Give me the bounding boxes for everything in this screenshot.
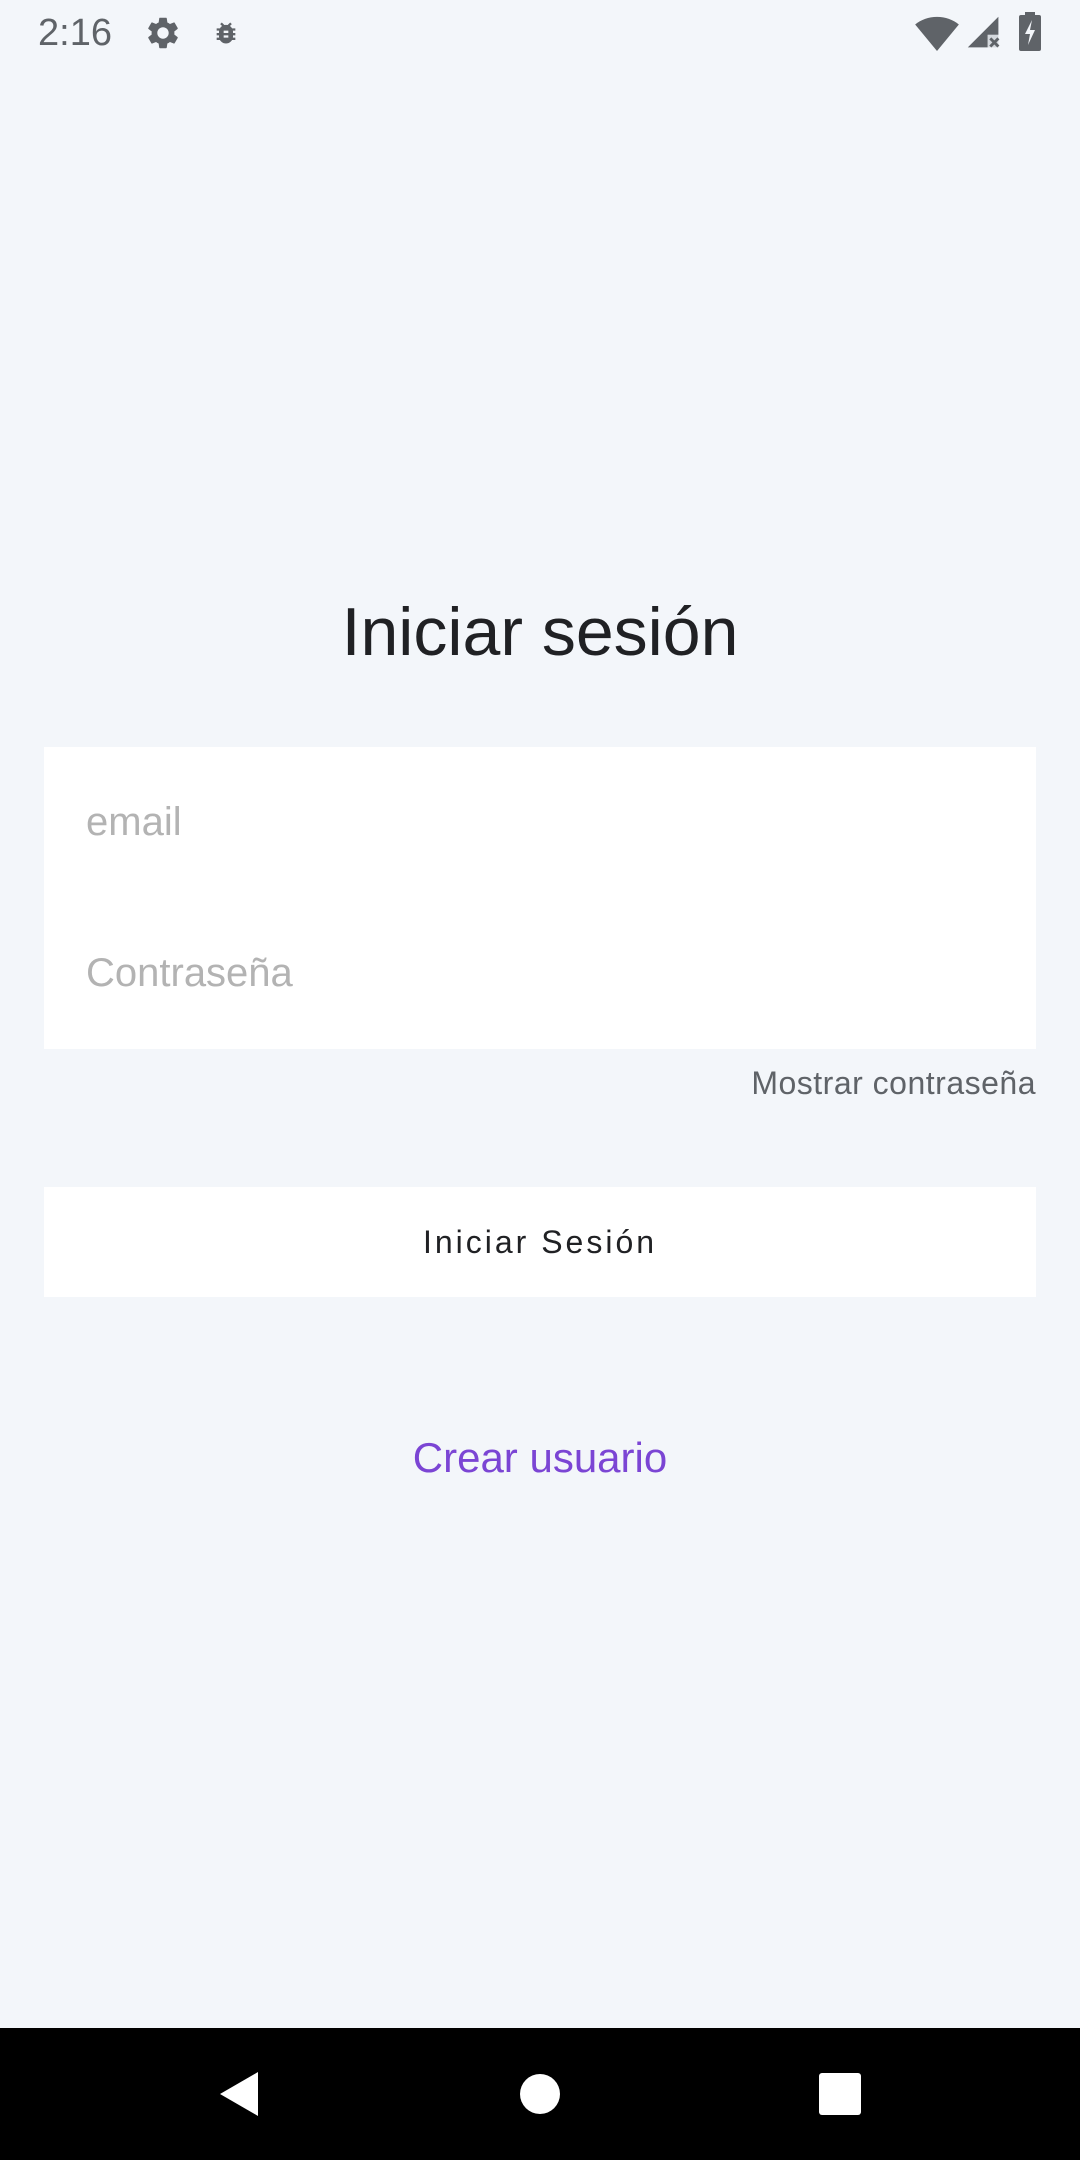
login-screen: 2:16 Iniciar sesión Mostrar contraseña I… <box>0 0 1080 2160</box>
signal-icon <box>967 16 1000 48</box>
password-field[interactable] <box>44 898 1036 1049</box>
status-time: 2:16 <box>38 12 112 54</box>
gear-icon <box>148 17 178 49</box>
status-bar: 2:16 <box>0 0 1080 66</box>
create-user-link[interactable]: Crear usuario <box>0 1432 1080 1484</box>
email-field[interactable] <box>44 747 1036 898</box>
show-password-toggle[interactable]: Mostrar contraseña <box>751 1062 1036 1104</box>
wifi-icon <box>915 16 959 52</box>
battery-icon <box>1019 12 1041 51</box>
debug-icon <box>216 22 236 44</box>
login-form-card <box>44 747 1036 1049</box>
navigation-bar <box>0 2028 1080 2160</box>
back-icon[interactable] <box>212 2066 268 2122</box>
recents-icon[interactable] <box>812 2066 868 2122</box>
page-title: Iniciar sesión <box>341 594 739 670</box>
home-icon[interactable] <box>512 2066 568 2122</box>
login-button[interactable]: Iniciar Sesión <box>44 1187 1036 1297</box>
